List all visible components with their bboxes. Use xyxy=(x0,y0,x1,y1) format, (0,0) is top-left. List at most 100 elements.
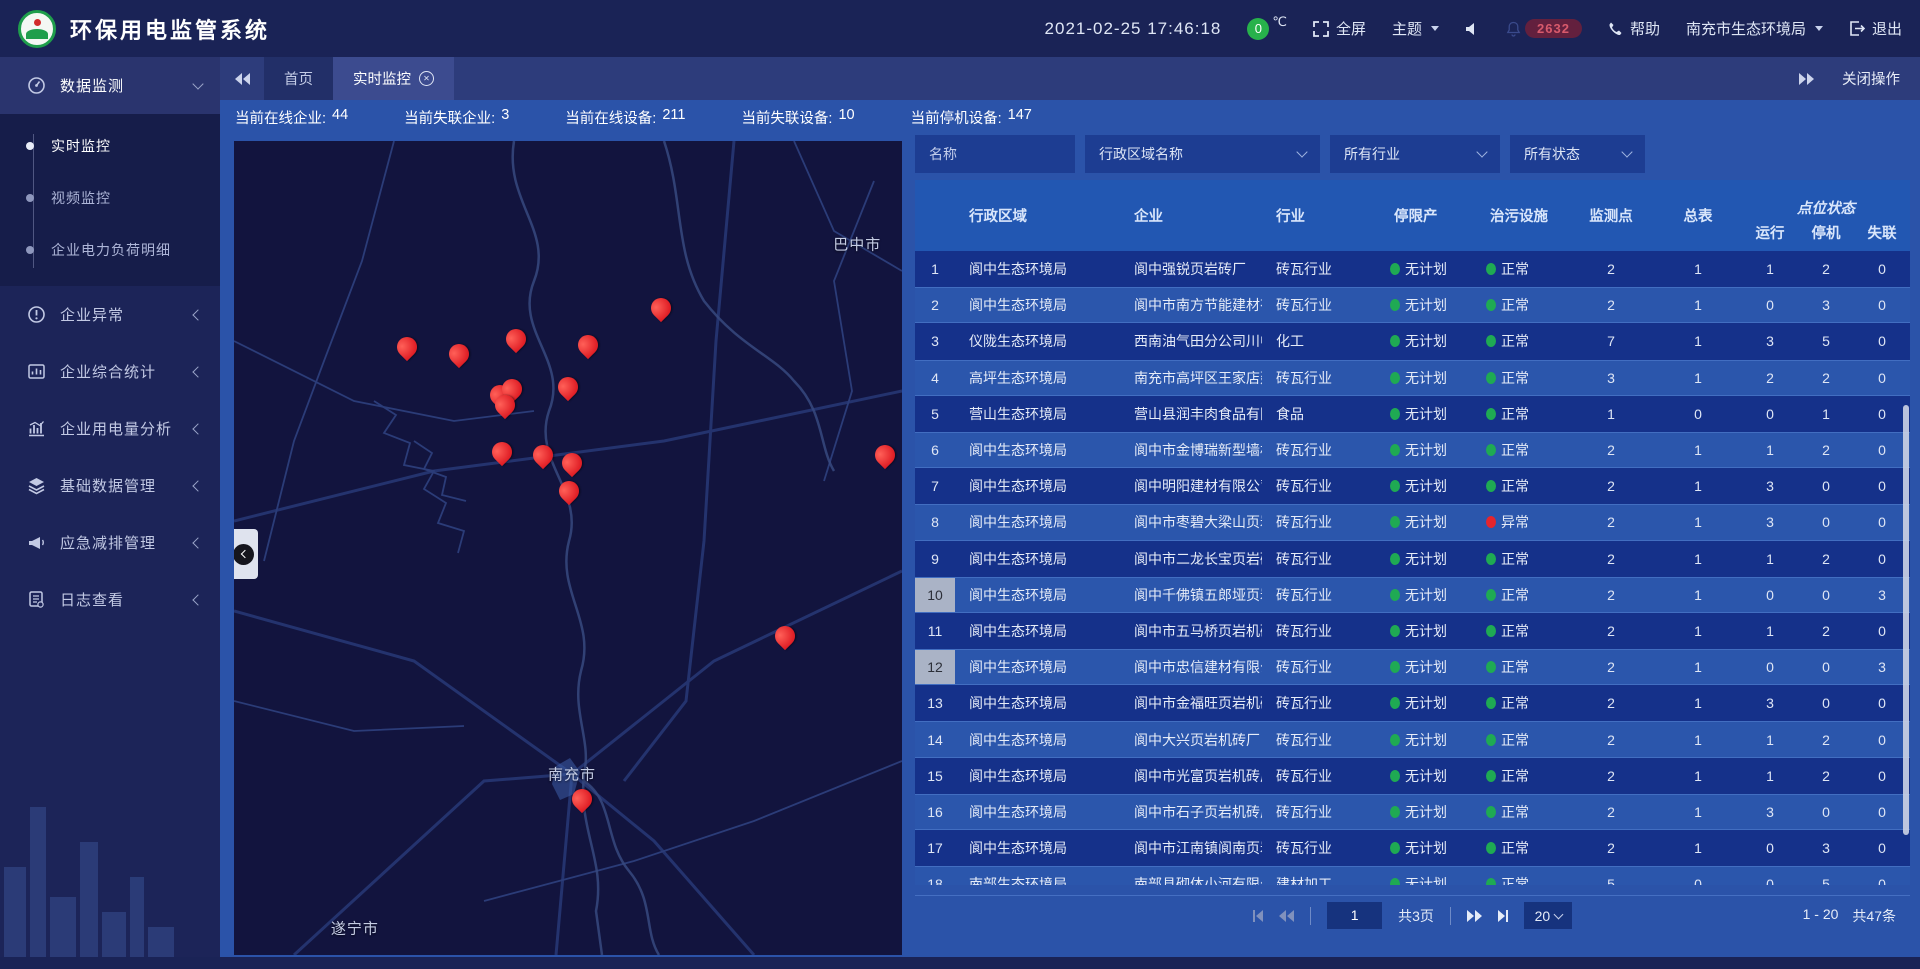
company-cell: 阆中市南方节能建材有 xyxy=(1120,288,1262,322)
filter-bar: 名称 行政区域名称 所有行业 所有状态 xyxy=(915,135,1910,173)
logout-label: 退出 xyxy=(1872,18,1902,39)
status-dot-icon xyxy=(1390,625,1400,637)
prev-page-button[interactable] xyxy=(1279,910,1294,922)
table-row[interactable]: 13阆中生态环境局阆中市金福旺页岩机砖砖瓦行业无计划正常21300 xyxy=(915,685,1910,721)
tabs-scroll-right-button[interactable] xyxy=(1799,73,1814,85)
running-cell: 3 xyxy=(1742,685,1798,721)
monitor-points-cell: 2 xyxy=(1568,722,1654,756)
sidebar-section-企业用电量分析[interactable]: 企业用电量分析 xyxy=(0,400,220,457)
table-row[interactable]: 7阆中生态环境局阆中明阳建材有限公司砖瓦行业无计划正常21300 xyxy=(915,468,1910,504)
page-size-select[interactable]: 20 xyxy=(1524,902,1572,929)
notifications-button[interactable]: 2632 xyxy=(1506,19,1582,38)
chevron-left-icon xyxy=(192,423,203,434)
table-row[interactable]: 5营山生态环境局营山县润丰肉食品有限食品无计划正常10010 xyxy=(915,396,1910,432)
sidebar-section-基础数据管理[interactable]: 基础数据管理 xyxy=(0,457,220,514)
table-row[interactable]: 10阆中生态环境局阆中千佛镇五郎垭页岩砖瓦行业无计划正常21003 xyxy=(915,577,1910,613)
help-button[interactable]: 帮助 xyxy=(1608,18,1660,39)
sidebar-item-label: 视频监控 xyxy=(51,188,111,208)
row-index-cell: 10 xyxy=(915,578,955,612)
company-cell: 南部县砌体小河有限公 xyxy=(1120,867,1262,885)
row-index-cell: 6 xyxy=(915,433,955,467)
sidebar-section-企业异常[interactable]: 企业异常 xyxy=(0,286,220,343)
table-row[interactable]: 12阆中生态环境局阆中市忠信建材有限公砖瓦行业无计划正常21003 xyxy=(915,649,1910,685)
page-number-input[interactable]: 1 xyxy=(1327,902,1382,929)
table-row[interactable]: 18南部生态环境局南部县砌体小河有限公建材加工无计划正常50050 xyxy=(915,866,1910,885)
content-area: 当前在线企业:44当前失联企业:3当前在线设备:211当前失联设备:10当前停机… xyxy=(220,100,1920,957)
industry-select[interactable]: 所有行业 xyxy=(1330,135,1500,173)
close-operations-button[interactable]: 关闭操作 xyxy=(1842,68,1900,89)
table-row[interactable]: 16阆中生态环境局阆中市石子页岩机砖厂砖瓦行业无计划正常21300 xyxy=(915,794,1910,830)
region-cell: 阆中生态环境局 xyxy=(955,650,1120,684)
stat-value: 211 xyxy=(662,107,685,128)
table-row[interactable]: 14阆中生态环境局阆中大兴页岩机砖厂砖瓦行业无计划正常21120 xyxy=(915,721,1910,757)
company-cell: 营山县润丰肉食品有限 xyxy=(1120,396,1262,432)
next-page-button[interactable] xyxy=(1467,910,1482,922)
sidebar-section-日志查看[interactable]: 日志查看 xyxy=(0,571,220,628)
sidebar-section-数据监测[interactable]: 数据监测 xyxy=(0,57,220,114)
stat-value: 44 xyxy=(332,107,348,128)
sidebar-item-实时监控[interactable]: 实时监控 xyxy=(0,120,220,172)
table-row[interactable]: 17阆中生态环境局阆中市江南镇阆南页岩砖瓦行业无计划正常21030 xyxy=(915,830,1910,866)
table-scrollbar[interactable] xyxy=(1903,405,1909,835)
region-select[interactable]: 行政区域名称 xyxy=(1085,135,1320,173)
table-row[interactable]: 9阆中生态环境局阆中市二龙长宝页岩砖砖瓦行业无计划正常21120 xyxy=(915,541,1910,577)
fullscreen-button[interactable]: 全屏 xyxy=(1313,18,1366,39)
region-cell: 南部生态环境局 xyxy=(955,867,1120,885)
tab-home[interactable]: 首页 xyxy=(264,57,333,100)
status-dot-icon xyxy=(1390,335,1400,347)
name-input-placeholder: 名称 xyxy=(929,144,957,164)
sidebar-item-label: 实时监控 xyxy=(51,136,111,156)
row-index-cell: 12 xyxy=(915,650,955,684)
logout-button[interactable]: 退出 xyxy=(1849,18,1902,39)
region-cell: 阆中生态环境局 xyxy=(955,251,1120,287)
chevron-left-icon xyxy=(234,544,254,565)
first-page-button[interactable] xyxy=(1253,910,1264,922)
facility-status-cell: 正常 xyxy=(1476,578,1568,612)
table-row[interactable]: 11阆中生态环境局阆中市五马桥页岩机砖砖瓦行业无计划正常21120 xyxy=(915,613,1910,649)
last-page-button[interactable] xyxy=(1498,910,1509,922)
sidebar-section-label: 企业用电量分析 xyxy=(60,418,194,439)
stat-value: 3 xyxy=(501,107,509,128)
org-menu-button[interactable]: 南充市生态环境局 xyxy=(1686,18,1823,39)
sidebar-section-应急减排管理[interactable]: 应急减排管理 xyxy=(0,514,220,571)
map-roads xyxy=(234,141,902,955)
row-index-cell: 9 xyxy=(915,541,955,577)
table-row[interactable]: 2阆中生态环境局阆中市南方节能建材有砖瓦行业无计划正常21030 xyxy=(915,287,1910,323)
tab-close-icon[interactable]: ✕ xyxy=(419,71,434,86)
monitor-points-cell: 3 xyxy=(1568,361,1654,395)
map-panel[interactable]: 巴中市南充市遂宁市 xyxy=(234,141,902,955)
chevron-down-icon xyxy=(1815,26,1823,31)
fullscreen-icon xyxy=(1313,21,1329,37)
table-row[interactable]: 8阆中生态环境局阆中市枣碧大梁山页岩砖瓦行业无计划异常21300 xyxy=(915,504,1910,540)
map-collapse-button[interactable] xyxy=(234,529,258,579)
org-label: 南充市生态环境局 xyxy=(1686,18,1806,39)
running-cell: 3 xyxy=(1742,323,1798,359)
row-index-cell: 3 xyxy=(915,323,955,359)
table-row[interactable]: 1阆中生态环境局阆中强锐页岩砖厂砖瓦行业无计划正常21120 xyxy=(915,251,1910,287)
chevron-down-icon xyxy=(1621,146,1632,157)
range-label: 1 - 20 xyxy=(1803,906,1839,926)
stat-当前失联企业: 当前失联企业:3 xyxy=(404,107,509,128)
status-dot-icon xyxy=(1390,263,1400,275)
theme-button[interactable]: 主题 xyxy=(1392,18,1439,39)
industry-cell: 化工 xyxy=(1262,323,1380,359)
sidebar-item-企业电力负荷明细[interactable]: 企业电力负荷明细 xyxy=(0,224,220,276)
status-select[interactable]: 所有状态 xyxy=(1510,135,1645,173)
table-row[interactable]: 3仪陇生态环境局西南油气田分公司川中化工无计划正常71350 xyxy=(915,323,1910,359)
tab-realtime-monitor[interactable]: 实时监控 ✕ xyxy=(333,57,454,100)
datetime: 2021-02-25 17:46:18 xyxy=(1045,19,1222,39)
sidebar-item-视频监控[interactable]: 视频监控 xyxy=(0,172,220,224)
facility-status-cell: 正常 xyxy=(1476,685,1568,721)
region-cell: 阆中生态环境局 xyxy=(955,685,1120,721)
name-search-input[interactable]: 名称 xyxy=(915,135,1075,173)
sidebar-section-企业综合统计[interactable]: 企业综合统计 xyxy=(0,343,220,400)
limit-status-cell: 无计划 xyxy=(1380,867,1476,885)
stopped-cell: 0 xyxy=(1798,578,1854,612)
table-row[interactable]: 15阆中生态环境局阆中市光富页岩机砖厂砖瓦行业无计划正常21120 xyxy=(915,758,1910,794)
table-row[interactable]: 6阆中生态环境局阆中市金博瑞新型墙材砖瓦行业无计划正常21120 xyxy=(915,432,1910,468)
monitor-points-cell: 1 xyxy=(1568,396,1654,432)
table-row[interactable]: 4高坪生态环境局南充市高坪区王家店建砖瓦行业无计划正常31220 xyxy=(915,360,1910,396)
tabs-scroll-left-button[interactable] xyxy=(220,57,264,100)
meter-total-cell: 1 xyxy=(1654,288,1742,322)
volume-button[interactable] xyxy=(1465,22,1480,36)
